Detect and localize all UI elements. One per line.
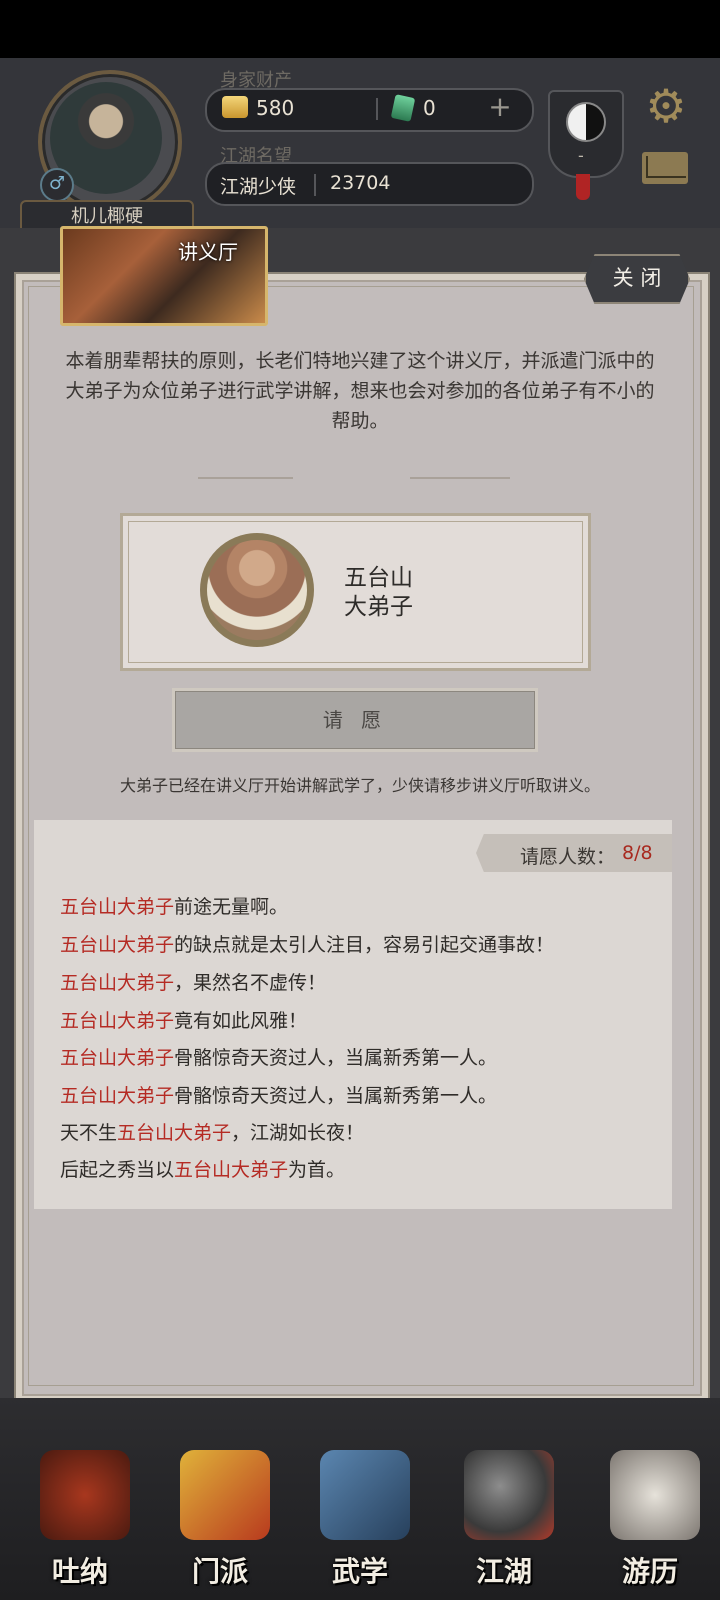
nav-label: 江湖 [475,1555,532,1588]
petition-count-label: 请愿人数： [520,846,616,868]
divider [376,98,378,120]
divider [314,174,316,196]
nav-jianghu-button[interactable]: 江湖 [444,1440,564,1600]
fame-title: 江湖少侠 [220,176,297,198]
list-item: 五台山大弟子，果然名不虚传！ [60,972,327,994]
nav-youli-button[interactable]: 游历 [590,1440,710,1600]
nav-label: 门派 [191,1555,248,1588]
mail-icon[interactable] [642,152,688,184]
male-icon: ♂ [40,168,74,202]
jade-amount: 0 [423,96,436,120]
status-bar [0,0,720,58]
petition-count-value: 8/8 [622,842,653,864]
disciple-sect: 五台山 [344,565,413,591]
nav-menpai-button[interactable]: 门派 [160,1440,280,1600]
nav-wuxue-button[interactable]: 武学 [300,1440,420,1600]
disciple-rank: 大弟子 [344,594,413,620]
list-item: 五台山大弟子骨骼惊奇天资过人，当属新秀第一人。 [60,1047,498,1069]
nav-label: 吐纳 [51,1555,108,1588]
list-item: 天不生五台山大弟子，江湖如长夜！ [60,1122,365,1144]
add-currency-button[interactable]: + [486,93,514,122]
list-item: 五台山大弟子骨骼惊奇天资过人，当属新秀第一人。 [60,1085,498,1107]
yinyang-icon [566,102,606,142]
gold-ingot-icon [222,96,248,118]
petition-button[interactable]: 请 愿 [172,688,538,752]
lecture-notice: 大弟子已经在讲义厅开始讲解武学了，少侠请移步讲义厅听取讲义。 [119,776,600,795]
ornament-divider-right [410,477,510,479]
ornament-divider-left [198,477,293,479]
list-item: 五台山大弟子竟有如此风雅！ [60,1010,308,1032]
disciple-portrait [207,540,307,640]
emblem-value: - [578,146,584,165]
horse-icon [610,1450,700,1540]
nav-label: 游历 [621,1555,678,1588]
close-button[interactable]: 关 闭 [584,254,690,304]
hall-description: 本着朋辈帮扶的原则，长老们特地兴建了这个讲义厅，并派遣门派中的大弟子为众位弟子进… [65,350,655,432]
sect-banner-icon [180,1450,270,1540]
bamboo-hat-icon [464,1450,554,1540]
tassel-decoration [576,174,590,200]
gold-amount: 580 [256,96,295,120]
list-item: 五台山大弟子前途无量啊。 [60,896,289,918]
fame-value: 23704 [330,172,391,194]
nav-tuna-button[interactable]: 吐纳 [20,1440,140,1600]
scroll-book-icon [320,1450,410,1540]
nav-label: 武学 [331,1555,388,1588]
disciple-name: 五台山 大弟子 [344,564,413,622]
gear-icon[interactable]: ⚙ [642,82,690,130]
currency-bar [205,88,534,132]
list-item: 后起之秀当以五台山大弟子为首。 [60,1159,346,1181]
list-item: 五台山大弟子的缺点就是太引人注目，容易引起交通事故！ [60,934,555,956]
panel-title: 讲义厅 [178,240,238,264]
meditation-icon [40,1450,130,1540]
